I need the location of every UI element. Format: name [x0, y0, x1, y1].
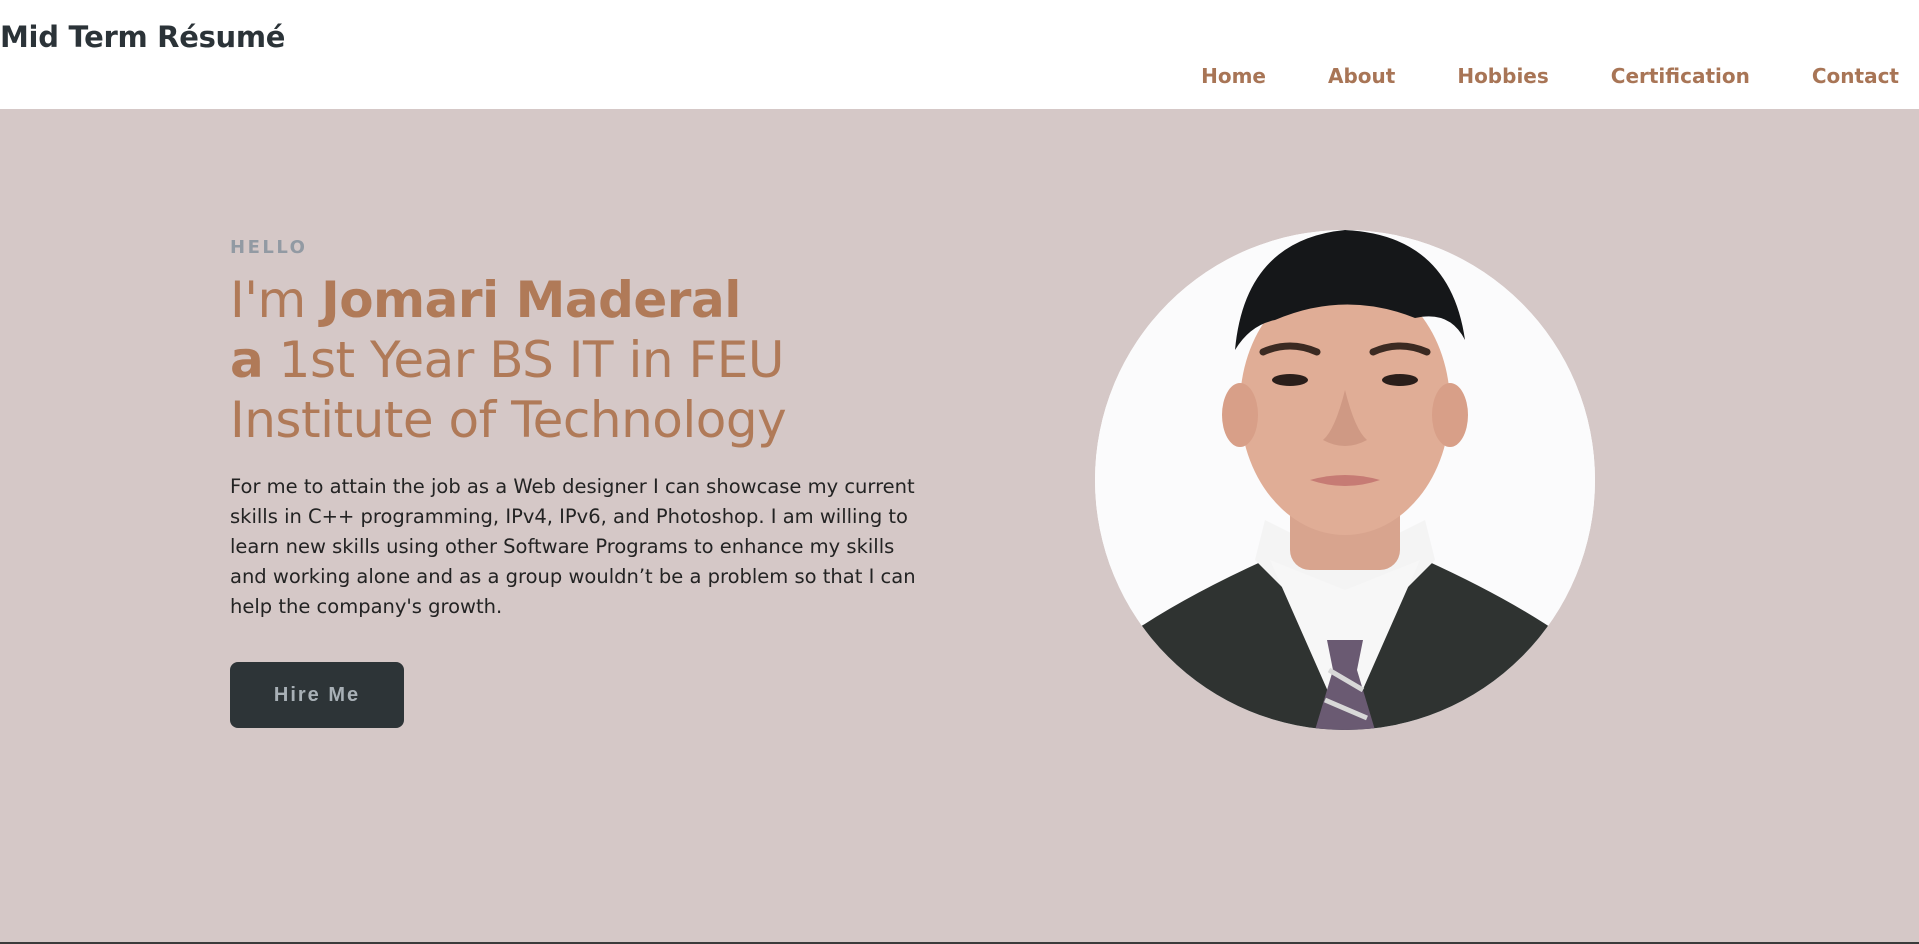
nav-home-link[interactable]: Home: [1201, 64, 1266, 88]
headline-article: a: [230, 331, 264, 389]
hire-me-button[interactable]: Hire Me: [230, 662, 404, 728]
nav-contact-link[interactable]: Contact: [1812, 64, 1899, 88]
top-navbar: Mid Term Résumé Home About Hobbies Certi…: [0, 0, 1919, 109]
hero-name: Jomari Maderal: [321, 271, 741, 329]
headline-role: 1st Year BS IT in FEU Institute of Techn…: [230, 331, 787, 449]
hero-description: For me to attain the job as a Web design…: [230, 475, 916, 618]
hero-headline: I'm Jomari Maderal a 1st Year BS IT in F…: [230, 270, 930, 450]
headline-prefix: I'm: [230, 271, 322, 329]
nav-certification-link[interactable]: Certification: [1611, 64, 1750, 88]
profile-photo: [1095, 230, 1595, 730]
main-nav: Home About Hobbies Certification Contact: [1201, 64, 1899, 88]
site-title: Mid Term Résumé: [0, 20, 286, 54]
profile-photo-illustration: [1095, 230, 1595, 730]
greeting-label: HELLO: [230, 237, 308, 258]
nav-hobbies-link[interactable]: Hobbies: [1457, 64, 1548, 88]
nav-about-link[interactable]: About: [1328, 64, 1395, 88]
